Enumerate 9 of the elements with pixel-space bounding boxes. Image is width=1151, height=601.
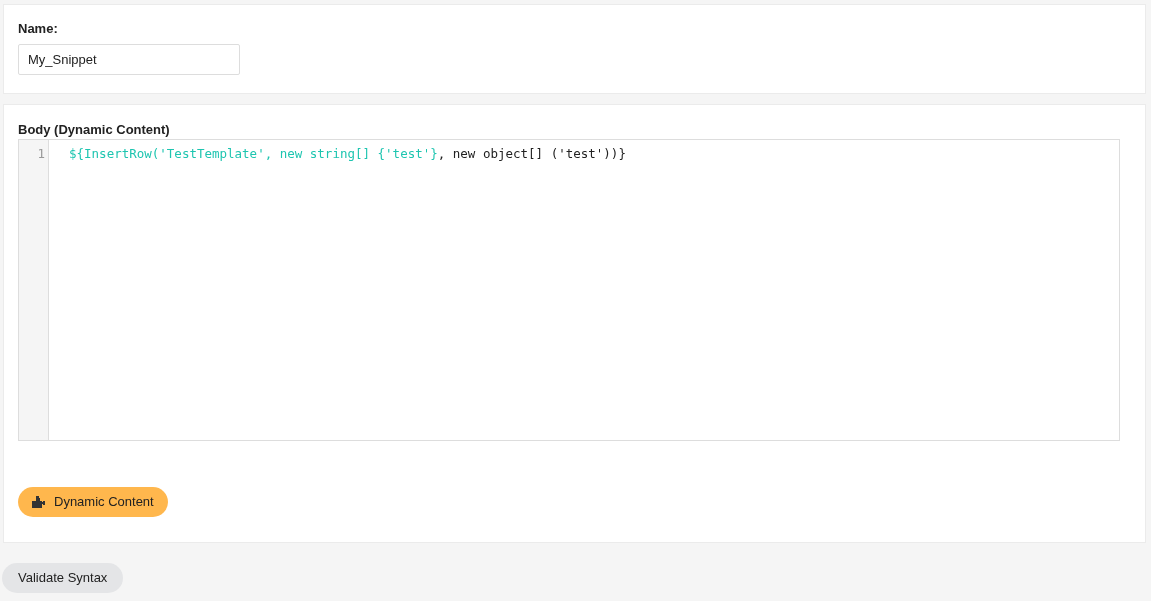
name-input-field[interactable]: My_Snippet bbox=[18, 44, 240, 75]
line-number: 1 bbox=[36, 145, 46, 163]
field-label: Body (Dynamic Content) bbox=[18, 121, 171, 139]
puzzle-icon bbox=[32, 496, 45, 508]
code-editor[interactable]: 1 ${InsertRow('TestTemplate', new string[] {'test'}, new object[] ('test'))} bbox=[18, 139, 1120, 441]
field-label: Name: bbox=[18, 20, 59, 38]
validate-syntax-button[interactable]: Validate Syntax bbox=[2, 563, 124, 593]
code-line: ${InsertRow('TestTemplate', new string[] {'test'}, new object[] ('test'))} bbox=[69, 145, 626, 163]
dynamic-content-button[interactable]: Dynamic Content bbox=[18, 487, 168, 517]
